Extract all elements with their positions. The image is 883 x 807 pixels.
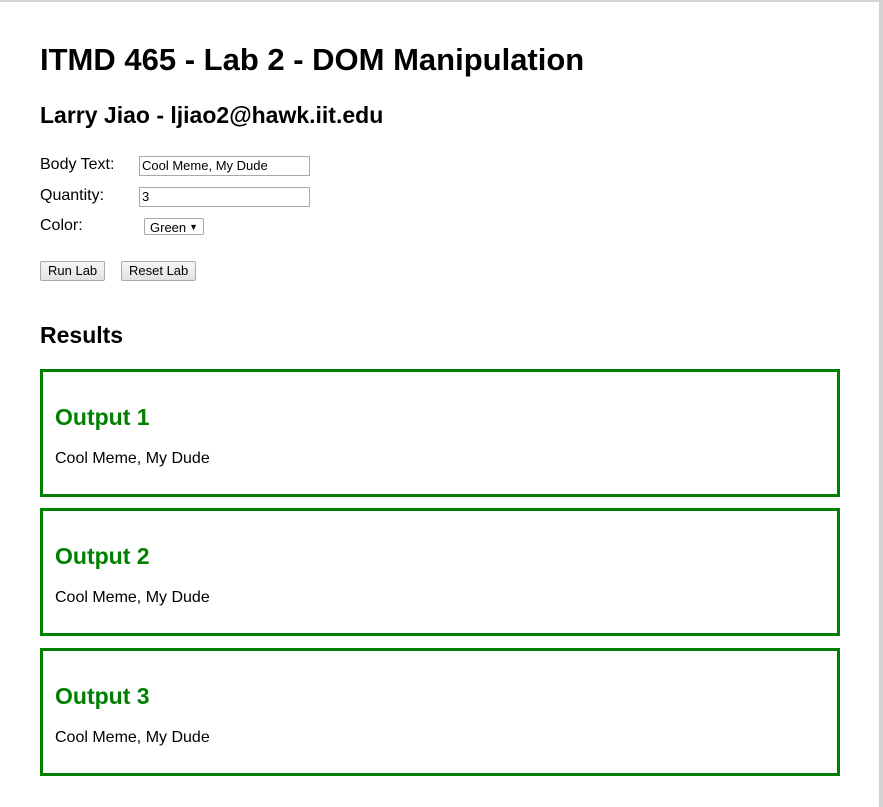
results-heading: Results: [40, 322, 124, 348]
dropdown-arrow-icon: ▼: [189, 222, 198, 232]
output-box: Output 2 Cool Meme, My Dude: [40, 508, 840, 636]
reset-lab-button[interactable]: Reset Lab: [121, 261, 197, 281]
color-row: Color: Green ▼: [40, 216, 440, 238]
color-label: Color:: [40, 217, 83, 234]
output-title: Output 1: [55, 404, 150, 430]
page-title: ITMD 465 - Lab 2 - DOM Manipulation: [40, 42, 585, 77]
output-text: Cool Meme, My Dude: [55, 589, 210, 606]
quantity-row: Quantity:: [40, 186, 440, 208]
quantity-label: Quantity:: [40, 187, 105, 204]
run-lab-button[interactable]: Run Lab: [40, 261, 106, 281]
output-text: Cool Meme, My Dude: [55, 729, 210, 746]
body-text-input[interactable]: [139, 156, 310, 176]
output-title: Output 2: [55, 543, 150, 569]
quantity-input[interactable]: [139, 187, 310, 207]
author-subtitle: Larry Jiao - ljiao2@hawk.iit.edu: [40, 102, 384, 128]
output-text: Cool Meme, My Dude: [55, 450, 210, 467]
color-select-value: Green: [150, 220, 187, 235]
output-box: Output 1 Cool Meme, My Dude: [40, 369, 840, 497]
output-box: Output 3 Cool Meme, My Dude: [40, 648, 840, 776]
body-text-label: Body Text:: [40, 156, 115, 173]
output-title: Output 3: [55, 683, 150, 709]
body-text-row: Body Text:: [40, 155, 440, 177]
color-select[interactable]: Green ▼: [144, 218, 204, 235]
